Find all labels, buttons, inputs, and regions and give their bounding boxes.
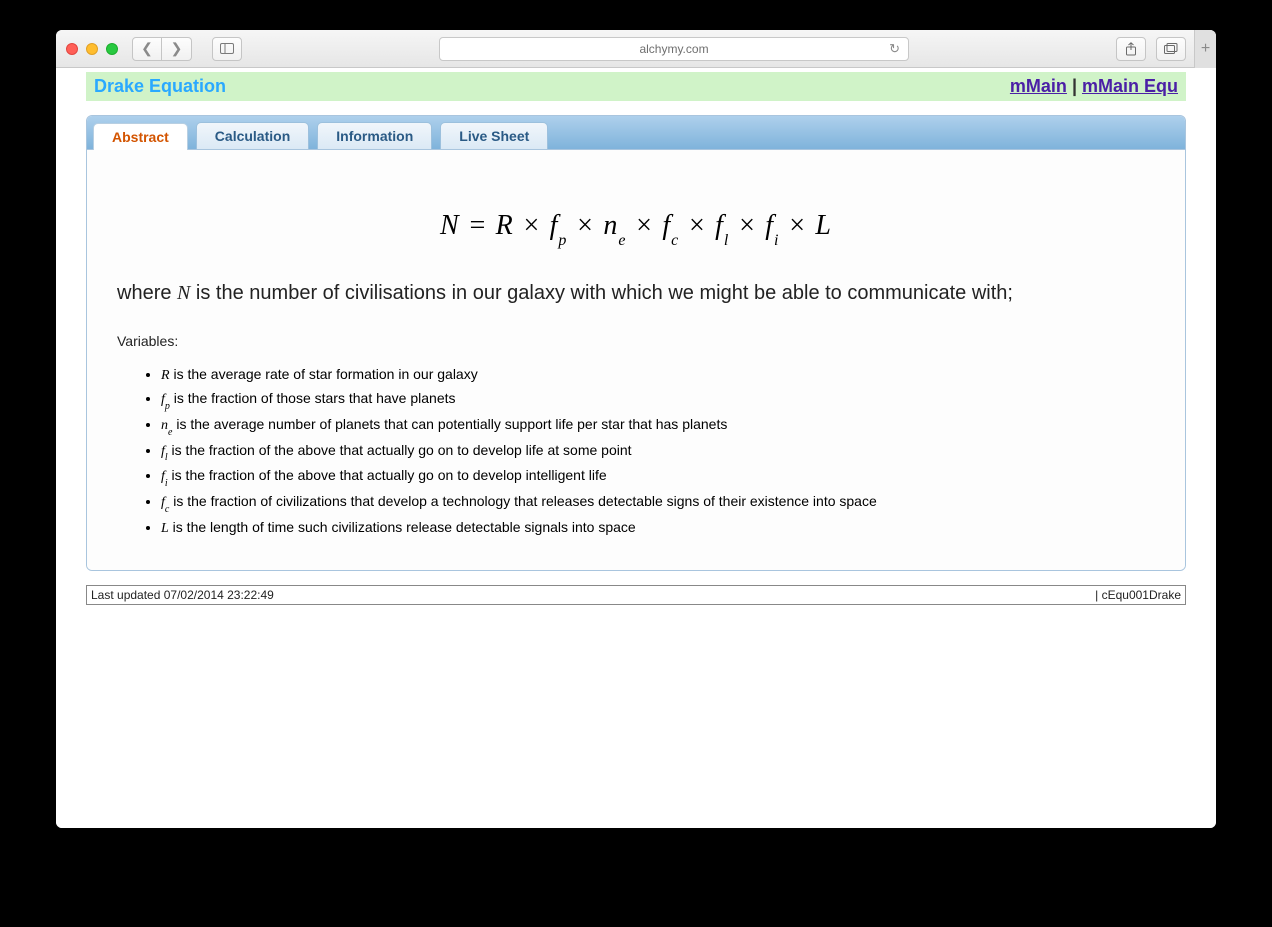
toolbar-right bbox=[1116, 37, 1186, 61]
variable-item: L is the length of time such civilizatio… bbox=[161, 516, 1155, 540]
link-mmain[interactable]: mMain bbox=[1010, 76, 1067, 96]
equation-description: where N is the number of civilisations i… bbox=[117, 282, 1155, 305]
tab-live-sheet[interactable]: Live Sheet bbox=[440, 122, 548, 149]
tab-panel: Abstract Calculation Information Live Sh… bbox=[86, 115, 1186, 571]
reload-icon[interactable]: ↻ bbox=[889, 41, 900, 57]
back-button[interactable]: ❮ bbox=[132, 37, 162, 61]
zoom-icon[interactable] bbox=[106, 43, 118, 55]
variable-item: fi is the fraction of the above that act… bbox=[161, 464, 1155, 490]
link-mmain-equ[interactable]: mMain Equ bbox=[1082, 76, 1178, 96]
share-icon bbox=[1125, 42, 1137, 56]
tab-information[interactable]: Information bbox=[317, 122, 432, 149]
tabs-button[interactable] bbox=[1156, 37, 1186, 61]
equation: N = R × fp × ne × fc × fl × fi × L bbox=[117, 210, 1155, 246]
variables-label: Variables: bbox=[117, 333, 1155, 349]
page-footer: Last updated 07/02/2014 23:22:49 | cEqu0… bbox=[86, 585, 1186, 605]
minimize-icon[interactable] bbox=[86, 43, 98, 55]
address-bar[interactable]: alchymy.com ↻ bbox=[439, 37, 909, 61]
tab-calculation[interactable]: Calculation bbox=[196, 122, 309, 149]
tabs-icon bbox=[1164, 43, 1178, 55]
share-button[interactable] bbox=[1116, 37, 1146, 61]
variable-item: fp is the fraction of those stars that h… bbox=[161, 387, 1155, 413]
page-title: Drake Equation bbox=[94, 76, 226, 97]
variable-item: R is the average rate of star formation … bbox=[161, 363, 1155, 387]
close-icon[interactable] bbox=[66, 43, 78, 55]
forward-button[interactable]: ❯ bbox=[162, 37, 192, 61]
address-text: alchymy.com bbox=[639, 42, 708, 56]
sidebar-button[interactable] bbox=[212, 37, 242, 61]
tab-abstract[interactable]: Abstract bbox=[93, 123, 188, 150]
new-tab-button[interactable]: + bbox=[1194, 30, 1216, 68]
nav-buttons: ❮ ❯ bbox=[132, 37, 192, 61]
browser-window: ❮ ❯ alchymy.com ↻ + Drake Equation mMain… bbox=[56, 30, 1216, 828]
page-banner: Drake Equation mMain | mMain Equ bbox=[86, 72, 1186, 101]
variable-item: ne is the average number of planets that… bbox=[161, 413, 1155, 439]
window-controls bbox=[66, 43, 118, 55]
page-body: Drake Equation mMain | mMain Equ Abstrac… bbox=[56, 68, 1216, 828]
tab-content-abstract: N = R × fp × ne × fc × fl × fi × L where… bbox=[87, 150, 1185, 570]
tab-bar: Abstract Calculation Information Live Sh… bbox=[87, 116, 1185, 150]
banner-links: mMain | mMain Equ bbox=[1010, 76, 1178, 97]
variable-item: fl is the fraction of the above that act… bbox=[161, 439, 1155, 465]
sidebar-icon bbox=[220, 43, 234, 54]
footer-id: | cEqu001Drake bbox=[1095, 588, 1181, 602]
variables-list: R is the average rate of star formation … bbox=[117, 363, 1155, 541]
variable-item: fc is the fraction of civilizations that… bbox=[161, 490, 1155, 516]
titlebar: ❮ ❯ alchymy.com ↻ + bbox=[56, 30, 1216, 68]
footer-updated: Last updated 07/02/2014 23:22:49 bbox=[91, 588, 274, 602]
